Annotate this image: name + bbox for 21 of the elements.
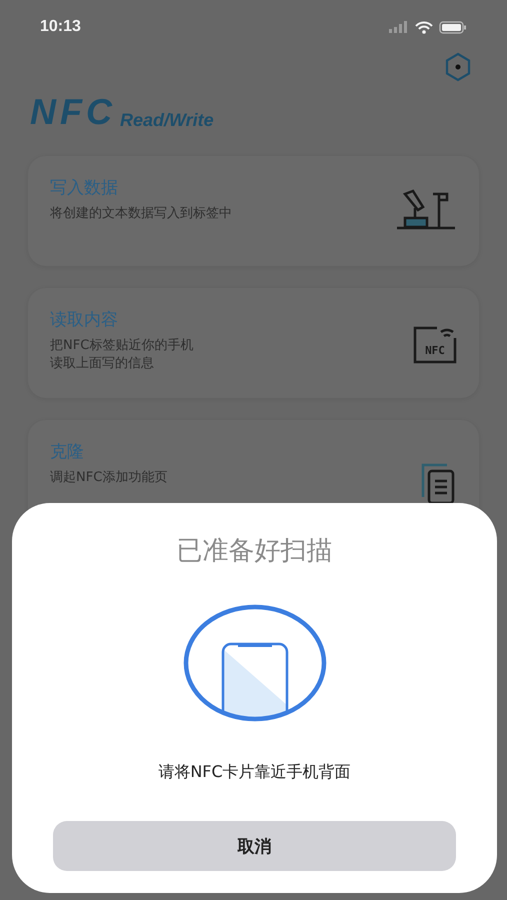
battery-icon (439, 20, 467, 34)
card-title: 写入数据 (50, 177, 119, 199)
feature-card[interactable]: 读取内容 把NFC标签贴近你的手机 读取上面写的信息 NFC (28, 288, 479, 398)
scan-instruction: 请将NFC卡片靠近手机背面 (158, 762, 351, 783)
card-title: 克隆 (50, 441, 85, 463)
signal-icon (389, 21, 409, 33)
card-description: 调起NFC添加功能页 (50, 469, 168, 487)
phone-scan-icon (182, 604, 326, 722)
logo-title: NFC (30, 94, 116, 130)
settings-icon[interactable] (443, 52, 473, 82)
cancel-button[interactable]: 取消 (53, 821, 456, 871)
feature-card[interactable]: 写入数据 将创建的文本数据写入到标签中 (28, 156, 479, 266)
status-time: 10:13 (40, 18, 81, 36)
wifi-icon (415, 20, 433, 34)
logo-subtitle: Read/Write (120, 111, 214, 129)
desk-lamp-icon (395, 188, 457, 230)
card-description: 将创建的文本数据写入到标签中 (50, 205, 232, 223)
card-description: 把NFC标签贴近你的手机 (50, 337, 194, 355)
card-description: 读取上面写的信息 (50, 354, 155, 372)
sheet-title: 已准备好扫描 (176, 535, 332, 568)
card-title: 读取内容 (50, 309, 119, 331)
